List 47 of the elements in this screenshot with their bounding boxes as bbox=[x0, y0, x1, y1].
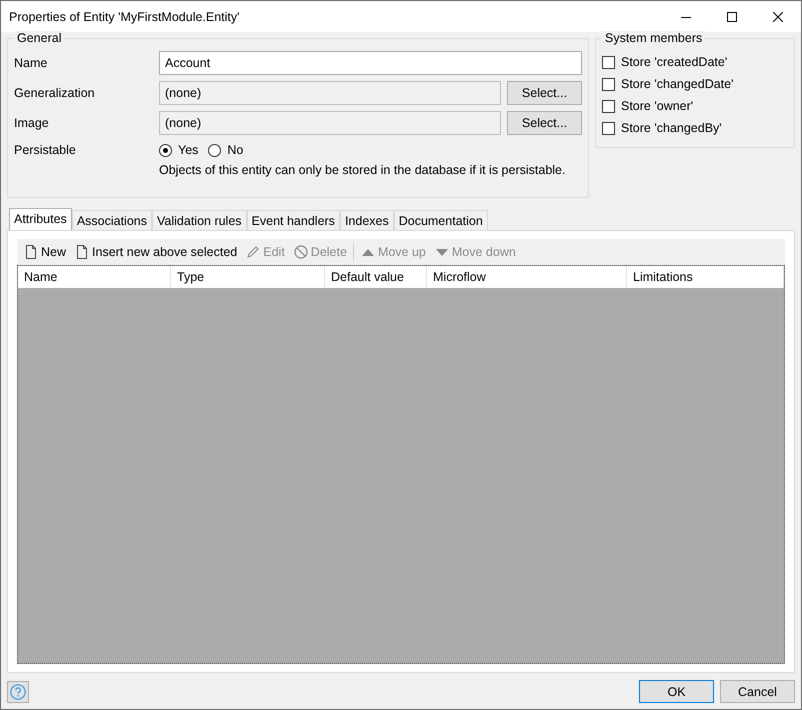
field-label: Persistable bbox=[14, 143, 77, 157]
input-field[interactable]: (none) bbox=[159, 111, 501, 135]
window-title: Properties of Entity 'MyFirstModule.Entity' bbox=[8, 10, 240, 24]
tab[interactable]: Event handlers bbox=[246, 210, 340, 230]
radio-option[interactable]: No bbox=[208, 143, 244, 157]
maximize-icon[interactable] bbox=[727, 12, 737, 22]
tab[interactable]: Validation rules bbox=[152, 210, 247, 230]
radio-icon[interactable] bbox=[208, 144, 222, 156]
checkbox-label[interactable]: Store 'changedBy' bbox=[621, 121, 722, 135]
close-icon[interactable] bbox=[773, 12, 783, 22]
field-label: Generalization bbox=[14, 86, 96, 100]
checkbox[interactable] bbox=[602, 78, 615, 90]
group-title: General bbox=[14, 31, 64, 45]
tab[interactable]: Documentation bbox=[394, 210, 488, 230]
toolbar-button[interactable]: New bbox=[19, 240, 70, 264]
tab[interactable]: Associations bbox=[72, 210, 152, 230]
help-icon bbox=[10, 684, 26, 700]
note-text: Objects of this entity can only be stored in the database if it is persistable. bbox=[159, 163, 566, 177]
input-field[interactable]: Account bbox=[159, 51, 582, 75]
pencil-icon bbox=[245, 244, 262, 260]
checkbox[interactable] bbox=[602, 100, 615, 112]
document-icon bbox=[23, 244, 39, 260]
select-button[interactable]: Select... bbox=[507, 111, 582, 135]
tab[interactable]: Attributes bbox=[9, 208, 72, 230]
radio-icon[interactable] bbox=[159, 144, 172, 156]
dialog-button[interactable]: OK bbox=[639, 680, 714, 703]
checkbox-label[interactable]: Store 'owner' bbox=[621, 99, 694, 113]
checkbox-label[interactable]: Store 'createdDate' bbox=[621, 55, 728, 69]
field-label: Image bbox=[14, 116, 50, 130]
help-button[interactable] bbox=[7, 680, 29, 702]
checkbox[interactable] bbox=[602, 56, 615, 68]
column-header[interactable]: Limitations bbox=[627, 266, 784, 288]
field-label: Name bbox=[14, 56, 48, 70]
tab[interactable]: Indexes bbox=[340, 210, 394, 230]
prohibited-icon bbox=[292, 244, 309, 260]
toolbar-button[interactable]: Insert new above selected bbox=[70, 240, 242, 264]
column-header[interactable]: Default value bbox=[325, 266, 427, 288]
group-title: System members bbox=[602, 31, 706, 45]
column-header[interactable]: Name bbox=[18, 266, 171, 288]
checkbox[interactable] bbox=[602, 122, 615, 134]
column-header[interactable]: Type bbox=[171, 266, 325, 288]
checkbox-label[interactable]: Store 'changedDate' bbox=[621, 77, 734, 91]
input-field[interactable]: (none) bbox=[159, 81, 501, 105]
column-header[interactable]: Microflow bbox=[427, 266, 627, 288]
radio-option[interactable]: Yes bbox=[159, 143, 198, 157]
dialog-button[interactable]: Cancel bbox=[720, 680, 795, 703]
select-button[interactable]: Select... bbox=[507, 81, 582, 105]
